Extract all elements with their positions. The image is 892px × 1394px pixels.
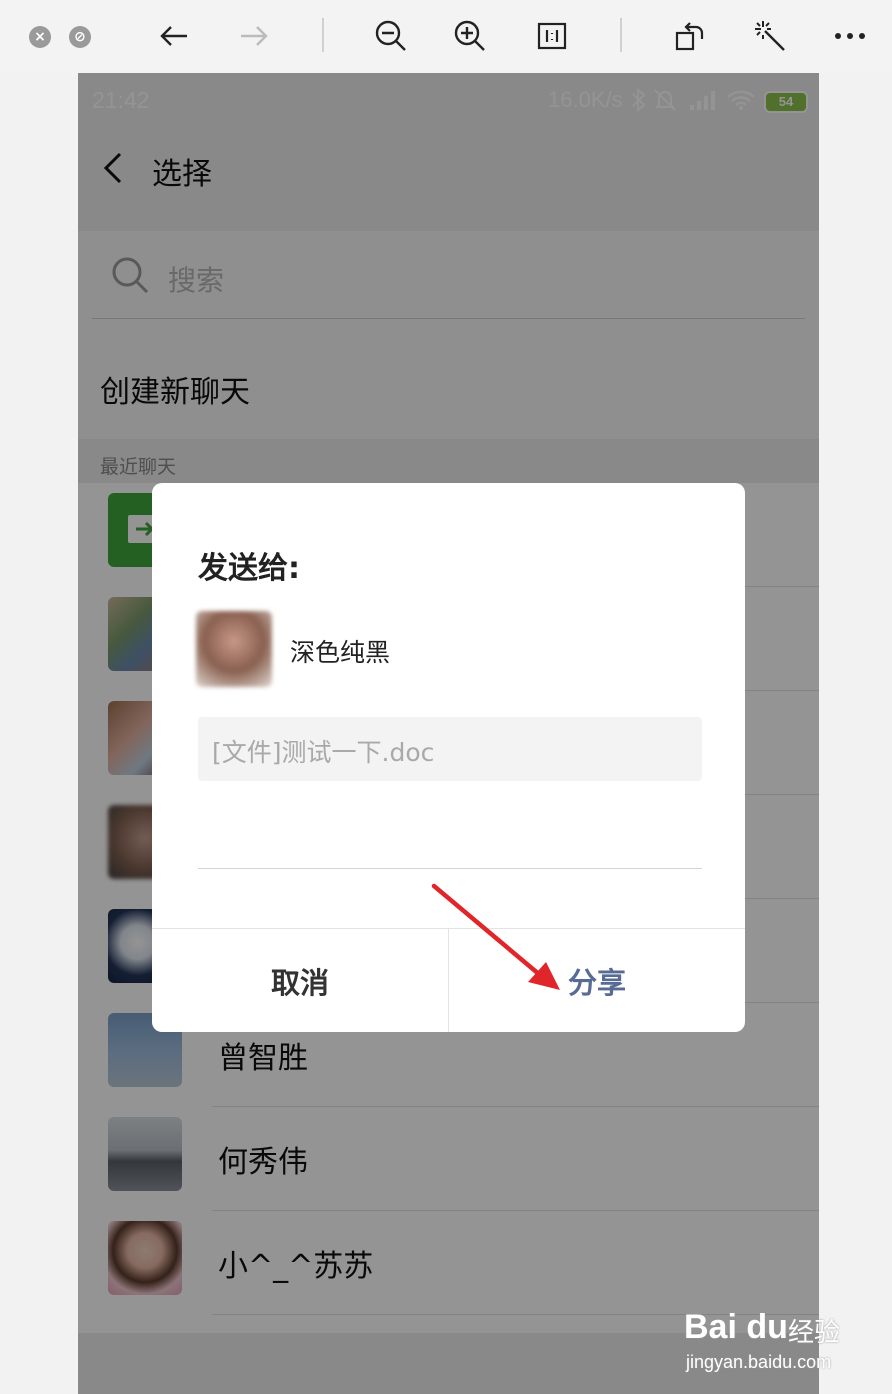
dialog-button-bar: 取消 分享 (152, 928, 745, 1032)
rotate-icon[interactable] (672, 18, 708, 54)
stop-icon[interactable]: ⊘ (69, 26, 91, 48)
recipient-avatar (196, 611, 272, 687)
message-input[interactable] (198, 868, 702, 869)
file-name: [文件]测试一下.doc (212, 738, 435, 767)
cancel-button[interactable]: 取消 (152, 929, 449, 1032)
viewer-toolbar: × ⊘ (0, 0, 892, 73)
close-icon[interactable]: × (29, 26, 51, 48)
file-preview: [文件]测试一下.doc (198, 717, 702, 781)
forward-arrow-icon[interactable] (236, 18, 272, 54)
actual-size-icon[interactable] (534, 18, 570, 54)
more-icon[interactable] (832, 18, 868, 54)
watermark-brand: 经验 (788, 1318, 841, 1348)
share-dialog: 发送给: 深色纯黑 [文件]测试一下.doc 取消 分享 (152, 483, 745, 1032)
zoom-in-icon[interactable] (452, 18, 488, 54)
toolbar-separator (322, 18, 324, 52)
baidu-watermark: Bai du 经验 jingyan.baidu.com (684, 1300, 854, 1380)
dialog-title: 发送给: (198, 551, 300, 586)
watermark-url: jingyan.baidu.com (686, 1352, 832, 1372)
share-button[interactable]: 分享 (449, 929, 745, 1032)
magic-wand-icon[interactable] (752, 18, 788, 54)
watermark-logo: Bai du (684, 1308, 788, 1346)
back-arrow-icon[interactable] (156, 18, 192, 54)
zoom-out-icon[interactable] (373, 18, 409, 54)
toolbar-separator (620, 18, 622, 52)
recipient-name: 深色纯黑 (290, 638, 391, 667)
